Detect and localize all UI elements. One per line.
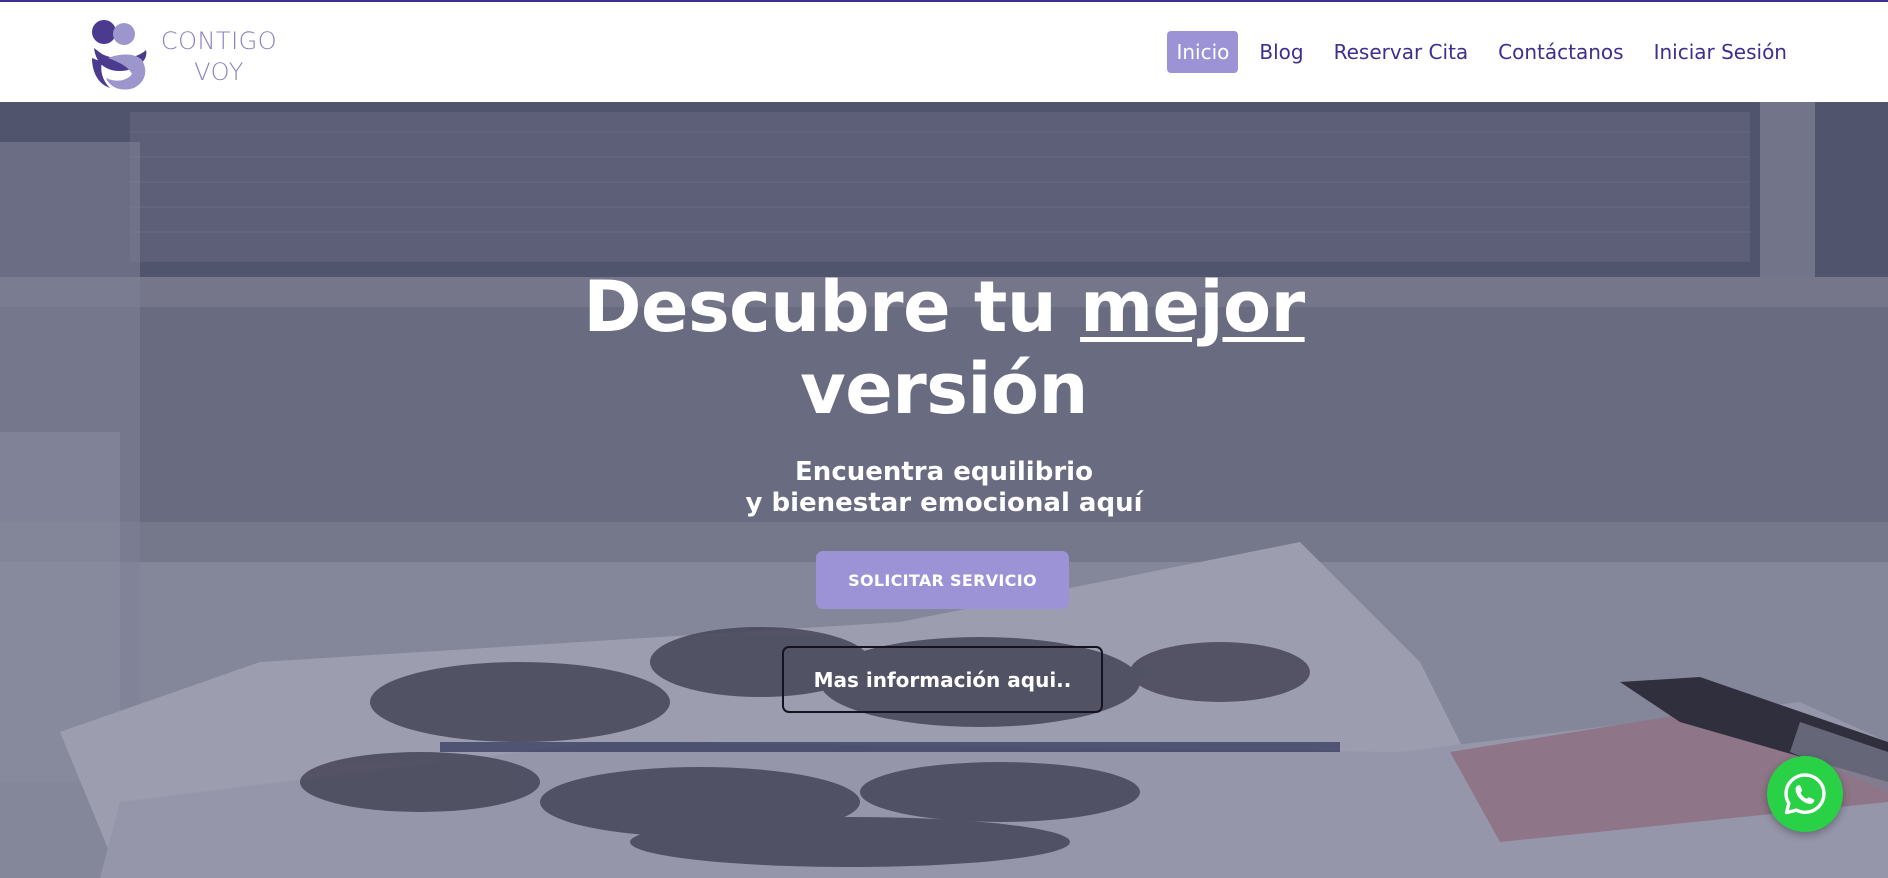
solicitar-servicio-button[interactable]: SOLICITAR SERVICIO <box>816 551 1069 609</box>
nav-item-inicio[interactable]: Inicio <box>1167 31 1239 73</box>
nav-item-iniciar-sesion[interactable]: Iniciar Sesión <box>1645 31 1796 73</box>
headline-emphasis: mejor <box>1080 266 1305 348</box>
subline-2: y bienestar emocional aquí <box>745 488 1143 518</box>
nav-item-reservar-cita[interactable]: Reservar Cita <box>1325 31 1478 73</box>
hero-subheadline: Encuentra equilibrio y bienestar emocion… <box>0 457 1888 519</box>
brand-logo[interactable]: CONTIGO VOY <box>88 18 288 90</box>
hero-headline: Descubre tu mejor versión <box>0 266 1888 430</box>
whatsapp-button[interactable] <box>1767 756 1843 832</box>
site-header: CONTIGO VOY Inicio Blog Reservar Cita Co… <box>0 2 1888 102</box>
whatsapp-icon <box>1784 773 1826 815</box>
main-nav: Inicio Blog Reservar Cita Contáctanos In… <box>1155 31 1796 73</box>
headline-part-2: versión <box>800 348 1088 430</box>
brand-name: CONTIGO VOY <box>154 26 284 88</box>
headline-part-1: Descubre tu <box>583 266 1081 348</box>
logo-people-icon <box>92 20 147 90</box>
brand-line-2: VOY <box>194 58 244 86</box>
brand-line-1: CONTIGO <box>160 27 278 55</box>
mas-informacion-button[interactable]: Mas información aqui.. <box>782 646 1103 713</box>
subline-1: Encuentra equilibrio <box>795 457 1093 487</box>
nav-item-blog[interactable]: Blog <box>1250 31 1312 73</box>
hero-section: Descubre tu mejor versión Encuentra equi… <box>0 102 1888 878</box>
nav-item-contactanos[interactable]: Contáctanos <box>1489 31 1632 73</box>
